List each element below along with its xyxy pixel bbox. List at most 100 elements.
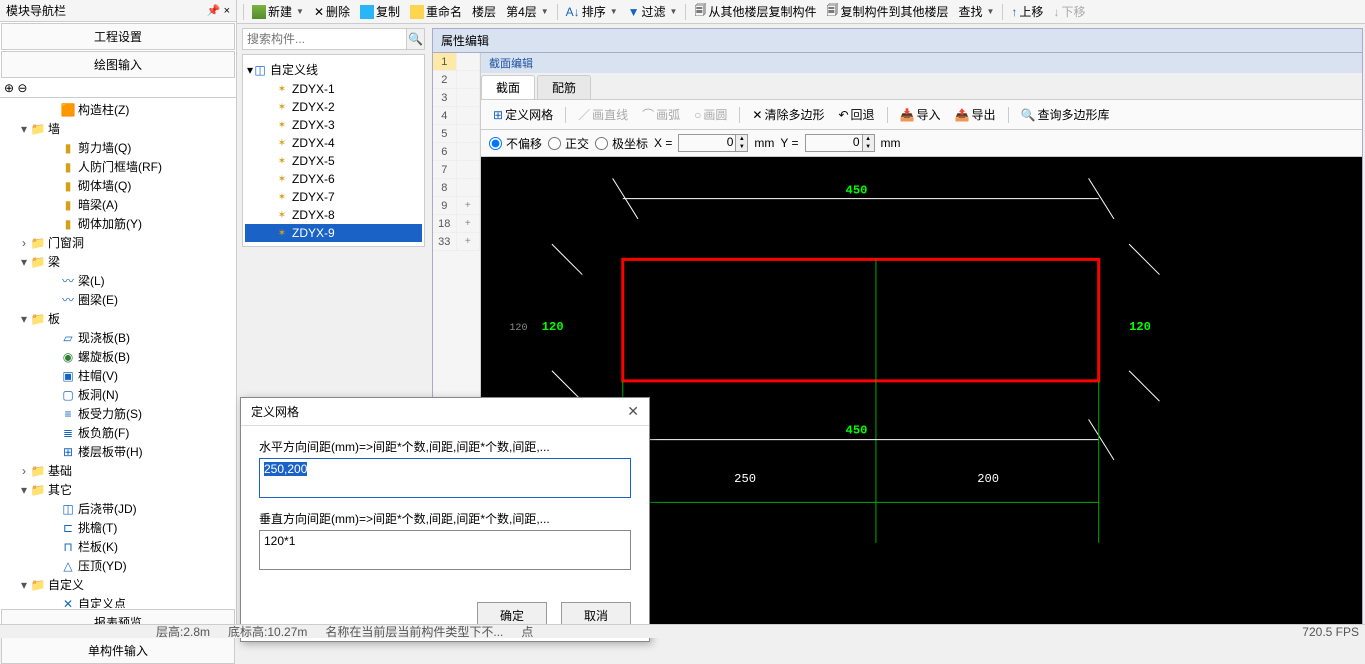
nav-section-project-settings[interactable]: 工程设置 bbox=[1, 23, 235, 50]
new-button[interactable]: 新建▼ bbox=[248, 1, 308, 22]
row-number[interactable]: 7 bbox=[433, 161, 480, 179]
tree-item[interactable]: ▮暗梁(A) bbox=[0, 195, 236, 214]
x-input[interactable]: 0▲▼ bbox=[678, 134, 748, 152]
tree-item[interactable]: △压顶(YD) bbox=[0, 556, 236, 575]
undo-button[interactable]: ↶ 回退 bbox=[834, 104, 878, 125]
h-spacing-input[interactable]: 250,200 bbox=[259, 458, 631, 498]
dim-right: 120 bbox=[1129, 320, 1151, 334]
tree-item[interactable]: ▾📁板 bbox=[0, 309, 236, 328]
define-grid-button[interactable]: ⊞ 定义网格 bbox=[489, 104, 557, 125]
floor-label: 楼层 bbox=[468, 1, 500, 22]
copy-button[interactable]: 复制 bbox=[356, 1, 404, 22]
tree-item[interactable]: ▢板洞(N) bbox=[0, 385, 236, 404]
row-number[interactable]: 6 bbox=[433, 143, 480, 161]
dim-split-2: 200 bbox=[977, 472, 999, 486]
tree-item[interactable]: ⊞楼层板带(H) bbox=[0, 442, 236, 461]
draw-arc-button[interactable]: ⌒画弧 bbox=[638, 104, 684, 125]
copy-to-icon: 🗐 bbox=[826, 1, 838, 22]
tree-item[interactable]: ▮剪力墙(Q) bbox=[0, 138, 236, 157]
filter-icon: ▼ bbox=[628, 5, 640, 19]
comp-item[interactable]: ✶ZDYX-2 bbox=[245, 98, 422, 116]
radio-no-offset[interactable]: 不偏移 bbox=[489, 135, 542, 152]
draw-line-button[interactable]: ／画直线 bbox=[574, 104, 632, 125]
export-button[interactable]: 📤 导出 bbox=[951, 104, 1000, 125]
comp-item[interactable]: ✶ZDYX-5 bbox=[245, 152, 422, 170]
copy-to-floor-button[interactable]: 🗐复制构件到其他楼层 bbox=[822, 0, 952, 24]
delete-button[interactable]: ✕删除 bbox=[310, 1, 354, 22]
import-icon: 📥 bbox=[900, 108, 915, 122]
y-unit: mm bbox=[881, 136, 901, 150]
tree-item[interactable]: ▾📁其它 bbox=[0, 480, 236, 499]
row-number[interactable]: 2 bbox=[433, 71, 480, 89]
circle-icon: ○ bbox=[694, 108, 701, 122]
tree-item[interactable]: ›📁门窗洞 bbox=[0, 233, 236, 252]
move-up-button[interactable]: ↑上移 bbox=[1007, 1, 1047, 22]
row-number[interactable]: 3 bbox=[433, 89, 480, 107]
tree-item[interactable]: 🟧构造柱(Z) bbox=[0, 100, 236, 119]
y-label: Y = bbox=[780, 136, 798, 150]
tree-item[interactable]: ›📁基础 bbox=[0, 461, 236, 480]
tree-item[interactable]: ▾📁自定义 bbox=[0, 575, 236, 594]
radio-ortho[interactable]: 正交 bbox=[548, 135, 589, 152]
line-icon: ／ bbox=[578, 106, 590, 123]
comp-item[interactable]: ✶ZDYX-3 bbox=[245, 116, 422, 134]
row-number[interactable]: 8 bbox=[433, 179, 480, 197]
comp-item[interactable]: ✶ZDYX-1 bbox=[245, 80, 422, 98]
y-input[interactable]: 0▲▼ bbox=[805, 134, 875, 152]
section-toolbar-1: ⊞ 定义网格 ／画直线 ⌒画弧 ○画圆 ✕ 清除多边形 ↶ 回退 📥 导入 📤 … bbox=[481, 99, 1362, 130]
row-number[interactable]: 4 bbox=[433, 107, 480, 125]
tree-item[interactable]: ⊏挑檐(T) bbox=[0, 518, 236, 537]
comp-item[interactable]: ✶ZDYX-6 bbox=[245, 170, 422, 188]
row-number[interactable]: 33+ bbox=[433, 233, 480, 251]
tree-item[interactable]: 〰梁(L) bbox=[0, 271, 236, 290]
comp-item[interactable]: ✶ZDYX-7 bbox=[245, 188, 422, 206]
sort-button[interactable]: A↓排序▼ bbox=[562, 1, 622, 22]
dim-split-1: 250 bbox=[734, 472, 756, 486]
search-button[interactable]: 🔍 bbox=[406, 29, 424, 49]
comp-item[interactable]: ✶ZDYX-9 bbox=[245, 224, 422, 242]
tree-item[interactable]: ▮人防门框墙(RF) bbox=[0, 157, 236, 176]
query-polygon-lib-button[interactable]: 🔍 查询多边形库 bbox=[1017, 104, 1114, 125]
tree-item[interactable]: ▮砌体墙(Q) bbox=[0, 176, 236, 195]
tree-item[interactable]: ▣柱帽(V) bbox=[0, 366, 236, 385]
copy-from-floor-button[interactable]: 🗐从其他楼层复制构件 bbox=[690, 0, 820, 24]
radio-polar[interactable]: 极坐标 bbox=[595, 135, 648, 152]
row-number[interactable]: 18+ bbox=[433, 215, 480, 233]
tree-item[interactable]: ⊓栏板(K) bbox=[0, 537, 236, 556]
nav-section-single-input[interactable]: 单构件输入 bbox=[1, 637, 235, 664]
tree-item[interactable]: ▾📁梁 bbox=[0, 252, 236, 271]
tree-item[interactable]: ▾📁墙 bbox=[0, 119, 236, 138]
row-number[interactable]: 9+ bbox=[433, 197, 480, 215]
tab-section[interactable]: 截面 bbox=[481, 75, 535, 99]
expand-icon[interactable]: ⊕ bbox=[4, 81, 14, 95]
row-number[interactable]: 5 bbox=[433, 125, 480, 143]
rename-button[interactable]: 重命名 bbox=[406, 1, 466, 22]
tree-item[interactable]: ▱现浇板(B) bbox=[0, 328, 236, 347]
nav-section-draw-input[interactable]: 绘图输入 bbox=[1, 51, 235, 78]
collapse-icon[interactable]: ⊖ bbox=[17, 81, 27, 95]
tree-item[interactable]: ≣板负筋(F) bbox=[0, 423, 236, 442]
tree-item[interactable]: 〰圈梁(E) bbox=[0, 290, 236, 309]
tab-rebar[interactable]: 配筋 bbox=[537, 75, 591, 99]
dialog-close-button[interactable]: ✕ bbox=[627, 403, 639, 420]
v-spacing-input[interactable]: 120*1 bbox=[259, 530, 631, 570]
filter-button[interactable]: ▼过滤▼ bbox=[624, 1, 682, 22]
search-input[interactable] bbox=[243, 29, 406, 49]
find-button[interactable]: 查找▼ bbox=[954, 1, 998, 22]
import-button[interactable]: 📥 导入 bbox=[896, 104, 945, 125]
comp-tree-root[interactable]: ▾ ◫自定义线 bbox=[245, 59, 422, 80]
search-bar: 🔍 bbox=[242, 28, 425, 50]
nav-panel-pin-close[interactable]: 📌 × bbox=[207, 4, 230, 17]
tree-item[interactable]: ◉螺旋板(B) bbox=[0, 347, 236, 366]
tree-item[interactable]: ≡板受力筋(S) bbox=[0, 404, 236, 423]
tree-item[interactable]: ✕自定义点 bbox=[0, 594, 236, 608]
tree-item[interactable]: ▮砌体加筋(Y) bbox=[0, 214, 236, 233]
floor-dropdown[interactable]: 第4层▼ bbox=[502, 1, 553, 22]
grid-icon: ⊞ bbox=[493, 108, 503, 122]
comp-item[interactable]: ✶ZDYX-8 bbox=[245, 206, 422, 224]
row-number[interactable]: 1 bbox=[433, 53, 480, 71]
draw-circle-button[interactable]: ○画圆 bbox=[690, 104, 731, 125]
clear-polygon-button[interactable]: ✕ 清除多边形 bbox=[748, 104, 828, 125]
tree-item[interactable]: ◫后浇带(JD) bbox=[0, 499, 236, 518]
comp-item[interactable]: ✶ZDYX-4 bbox=[245, 134, 422, 152]
